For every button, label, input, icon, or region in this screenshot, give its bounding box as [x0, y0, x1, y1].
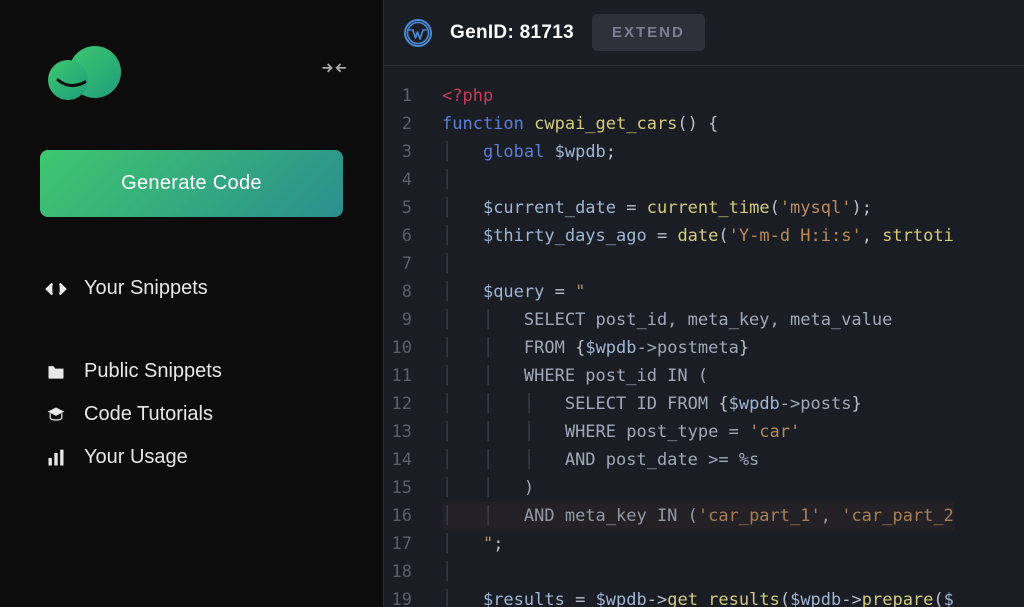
gen-id-label: GenID: 81713	[450, 22, 574, 44]
generate-code-button[interactable]: Generate Code	[40, 150, 343, 217]
code-line[interactable]: <?php	[442, 82, 954, 110]
line-number: 8	[384, 278, 418, 306]
line-number: 19	[384, 586, 418, 607]
line-number: 4	[384, 166, 418, 194]
code-line[interactable]: │	[442, 250, 954, 278]
code-line[interactable]: function cwpai_get_cars() {	[442, 110, 954, 138]
nav-label: Your Snippets	[84, 277, 208, 300]
code-line[interactable]: │ │ │ AND post_date >= %s	[442, 446, 954, 474]
line-number: 14	[384, 446, 418, 474]
code-icon	[44, 278, 68, 300]
code-line[interactable]: │ │ )	[442, 474, 954, 502]
line-number: 6	[384, 222, 418, 250]
sidebar-item-code-tutorials[interactable]: Code Tutorials	[40, 393, 343, 436]
sidebar-item-your-usage[interactable]: Your Usage	[40, 436, 343, 479]
line-number: 13	[384, 418, 418, 446]
line-number: 17	[384, 530, 418, 558]
main-panel: GenID: 81713 EXTEND 12345678910111213141…	[383, 0, 1024, 607]
code-line[interactable]: │	[442, 558, 954, 586]
sidebar-item-public-snippets[interactable]: Public Snippets	[40, 350, 343, 393]
code-line[interactable]: │ global $wpdb;	[442, 138, 954, 166]
code-line[interactable]: │	[442, 166, 954, 194]
code-line[interactable]: │ │ FROM {$wpdb->postmeta}	[442, 334, 954, 362]
sidebar: Generate Code Your Snippets Public Snipp…	[0, 0, 383, 607]
line-number: 18	[384, 558, 418, 586]
line-number: 3	[384, 138, 418, 166]
logo-row	[40, 40, 343, 100]
editor-header: GenID: 81713 EXTEND	[384, 0, 1024, 66]
code-line[interactable]: │ │ AND meta_key IN ('car_part_1', 'car_…	[442, 502, 954, 530]
code-line[interactable]: │ $results = $wpdb->get_results($wpdb->p…	[442, 586, 954, 607]
chart-icon	[44, 448, 68, 468]
line-number: 7	[384, 250, 418, 278]
line-number: 11	[384, 362, 418, 390]
code-line[interactable]: │ │ │ SELECT ID FROM {$wpdb->posts}	[442, 390, 954, 418]
wordpress-icon	[404, 19, 432, 47]
line-number: 5	[384, 194, 418, 222]
code-line[interactable]: │ │ SELECT post_id, meta_key, meta_value	[442, 306, 954, 334]
code-editor[interactable]: 12345678910111213141516171819 <?phpfunct…	[384, 66, 1024, 607]
nav-label: Your Usage	[84, 446, 188, 469]
sidebar-item-your-snippets[interactable]: Your Snippets	[40, 267, 343, 310]
nav-label: Code Tutorials	[84, 403, 213, 426]
line-number: 15	[384, 474, 418, 502]
folder-icon	[44, 362, 68, 382]
code-content[interactable]: <?phpfunction cwpai_get_cars() {│ global…	[432, 66, 954, 607]
line-number: 10	[384, 334, 418, 362]
extend-button[interactable]: EXTEND	[592, 14, 705, 51]
code-line[interactable]: │ ";	[442, 530, 954, 558]
line-number: 12	[384, 390, 418, 418]
code-line[interactable]: │ $current_date = current_time('mysql');	[442, 194, 954, 222]
collapse-sidebar-icon[interactable]	[314, 52, 349, 87]
line-gutter: 12345678910111213141516171819	[384, 66, 432, 607]
line-number: 1	[384, 82, 418, 110]
code-line[interactable]: │ │ │ WHERE post_type = 'car'	[442, 418, 954, 446]
line-number: 2	[384, 110, 418, 138]
code-line[interactable]: │ $thirty_days_ago = date('Y-m-d H:i:s',…	[442, 222, 954, 250]
code-line[interactable]: │ $query = "	[442, 278, 954, 306]
line-number: 16	[384, 502, 418, 530]
nav-label: Public Snippets	[84, 360, 222, 383]
app-logo	[40, 40, 130, 100]
code-line[interactable]: │ │ WHERE post_id IN (	[442, 362, 954, 390]
line-number: 9	[384, 306, 418, 334]
education-icon	[44, 405, 68, 425]
